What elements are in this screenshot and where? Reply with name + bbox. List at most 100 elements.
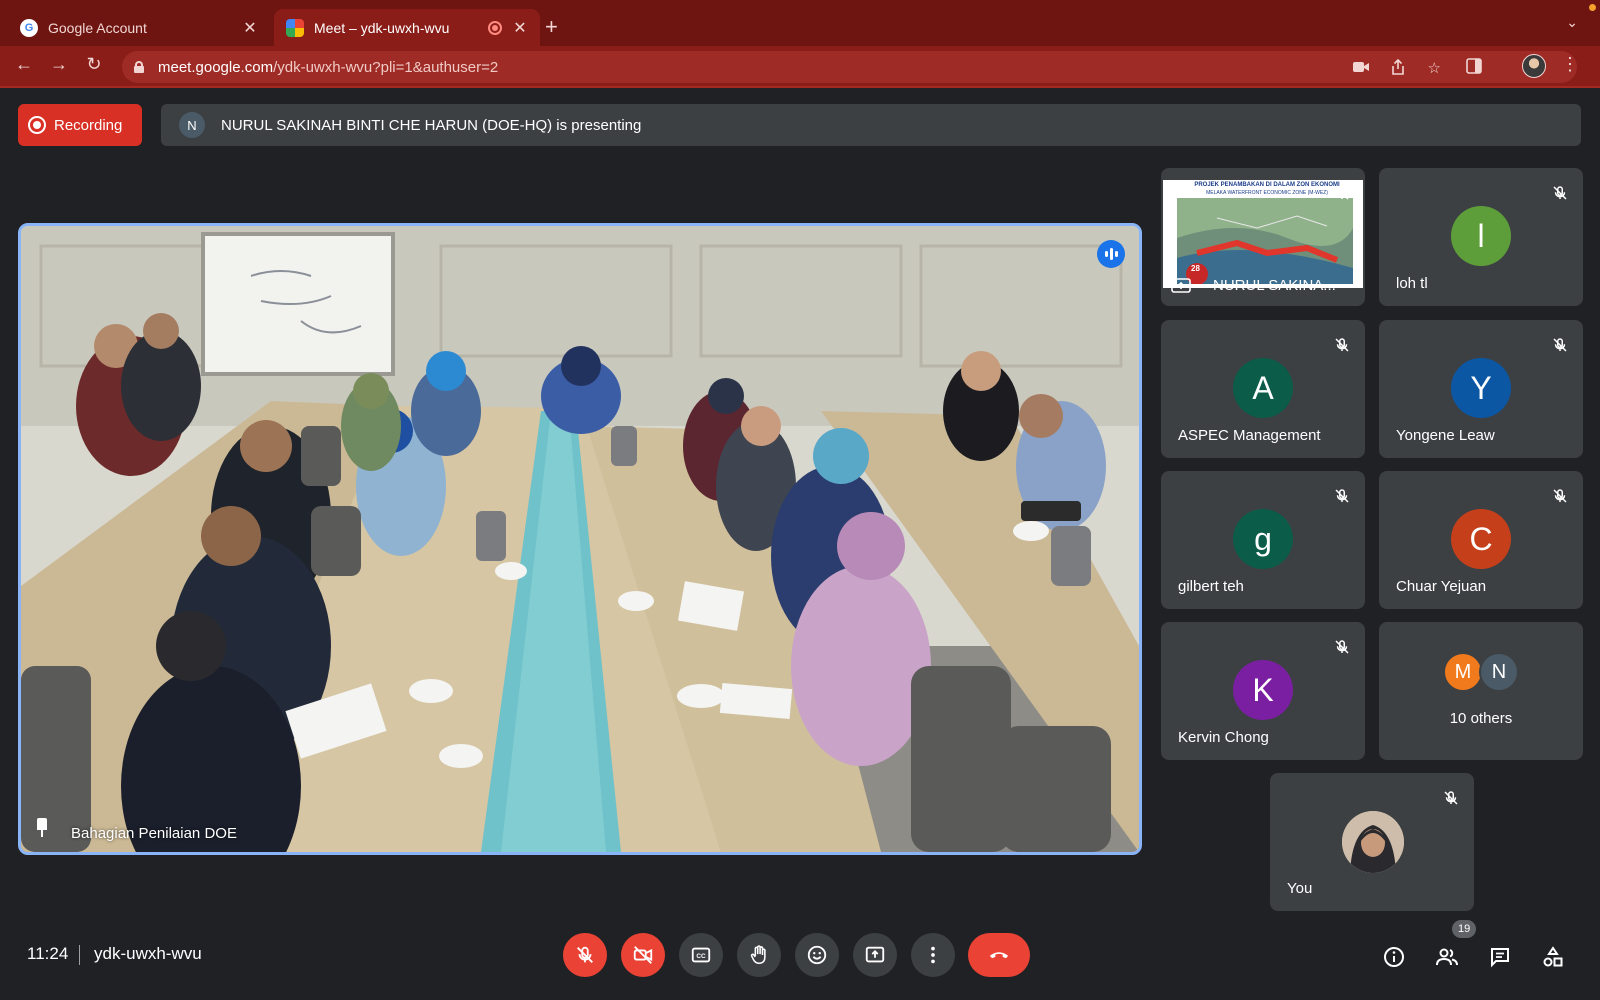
close-tab-icon[interactable]: ✕ — [512, 18, 528, 38]
tab-recording-icon — [488, 20, 502, 35]
tile-others[interactable]: M N 10 others — [1379, 622, 1583, 760]
others-avatars: M N — [1443, 652, 1523, 694]
tile-self[interactable]: You — [1270, 773, 1474, 911]
recording-badge[interactable]: Recording — [18, 104, 142, 146]
more-options-icon — [931, 946, 935, 964]
presenter-avatar: N — [179, 112, 205, 138]
participant-avatar: g — [1233, 509, 1293, 569]
svg-text:CC: CC — [696, 953, 706, 960]
tile-participant[interactable]: l loh tl — [1379, 168, 1583, 306]
leave-call-button[interactable] — [968, 933, 1030, 977]
tile-participant[interactable]: Y Yongene Leaw — [1379, 320, 1583, 458]
participant-name: Chuar Yejuan — [1396, 578, 1487, 595]
tab-search-chevron-icon[interactable]: ⌄ — [1566, 14, 1578, 31]
reload-icon[interactable]: ↻ — [82, 54, 106, 75]
back-arrow-icon[interactable]: ← — [12, 54, 36, 75]
main-participant-name: Bahagian Penilaian DOE — [71, 825, 237, 842]
end-call-icon — [989, 952, 1009, 959]
raise-hand-button[interactable] — [737, 933, 781, 977]
share-icon[interactable] — [1391, 59, 1405, 75]
update-indicator-icon — [1589, 4, 1596, 11]
meeting-details-button[interactable] — [1381, 944, 1407, 970]
emoji-icon — [807, 945, 827, 965]
participant-name: loh tl — [1396, 275, 1428, 292]
people-icon — [1436, 948, 1458, 966]
new-tab-button[interactable]: + — [545, 14, 558, 40]
tile-participant[interactable]: C Chuar Yejuan — [1379, 471, 1583, 609]
main-video-tile[interactable]: Bahagian Penilaian DOE — [18, 223, 1142, 855]
participant-name: You — [1287, 880, 1313, 897]
pin-icon[interactable] — [35, 818, 49, 838]
forward-arrow-icon[interactable]: → — [47, 54, 71, 75]
self-avatar — [1342, 811, 1404, 873]
participant-avatar: Y — [1451, 358, 1511, 418]
participant-avatar: l — [1451, 206, 1511, 266]
divider — [79, 945, 80, 965]
raise-hand-icon — [750, 945, 766, 965]
tile-participant[interactable]: K Kervin Chong — [1161, 622, 1365, 760]
activities-button[interactable] — [1540, 944, 1566, 970]
chat-icon — [1491, 948, 1509, 968]
participant-name: NURUL SAKINA... — [1213, 277, 1336, 294]
tile-participant[interactable]: g gilbert teh — [1161, 471, 1365, 609]
tab-meet[interactable]: Meet – ydk-uwxh-wvu ✕ — [274, 9, 540, 46]
google-icon: G — [20, 18, 38, 37]
mic-toggle-button[interactable] — [563, 933, 607, 977]
meet-icon — [286, 18, 304, 37]
url-host: meet.google.com — [158, 58, 274, 76]
slide-subtitle: MELAKA WATERFRONT ECONOMIC ZONE (M-WEZ) — [1206, 190, 1328, 196]
tab-title: Meet – ydk-uwxh-wvu — [314, 19, 450, 36]
show-everyone-button[interactable] — [1434, 944, 1460, 970]
present-screen-icon — [1171, 278, 1191, 293]
others-count-label: 10 others — [1449, 710, 1513, 727]
tab-google-account[interactable]: G Google Account ✕ — [8, 9, 270, 46]
recording-label: Recording — [54, 116, 123, 134]
more-options-button[interactable] — [911, 933, 955, 977]
camera-off-icon — [633, 946, 653, 964]
mic-off-icon — [1335, 338, 1349, 352]
browser-menu-icon[interactable]: ⋮ — [1558, 54, 1582, 75]
mic-off-icon — [1335, 186, 1349, 200]
mic-off-icon — [577, 946, 593, 963]
camera-toggle-button[interactable] — [621, 933, 665, 977]
address-bar[interactable]: meet.google.com/ydk-uwxh-wvu?pli=1&authu… — [122, 51, 1577, 83]
lock-icon[interactable] — [134, 61, 144, 73]
mic-off-icon — [1335, 489, 1349, 503]
tab-title: Google Account — [48, 19, 147, 36]
close-tab-icon[interactable]: ✕ — [242, 18, 258, 38]
captions-button[interactable]: CC — [679, 933, 723, 977]
mic-off-icon — [1444, 791, 1458, 805]
slide-badge: 28 — [1191, 264, 1200, 273]
bookmark-star-icon[interactable]: ☆ — [1428, 59, 1441, 77]
presenting-text: NURUL SAKINAH BINTI CHE HARUN (DOE-HQ) i… — [221, 116, 642, 134]
mic-off-icon — [1335, 640, 1349, 654]
camera-in-use-icon[interactable] — [1353, 60, 1369, 74]
meeting-time: 11:24 — [27, 944, 69, 963]
participant-name: gilbert teh — [1178, 578, 1244, 595]
participant-avatar: C — [1451, 509, 1511, 569]
others-avatar: M — [1443, 652, 1483, 692]
participant-name: ASPEC Management — [1178, 427, 1321, 444]
browser-tab-strip: G Google Account ✕ Meet – ydk-uwxh-wvu ✕… — [0, 0, 1600, 46]
participant-name: Yongene Leaw — [1396, 427, 1495, 444]
chat-button[interactable] — [1487, 944, 1513, 970]
info-icon — [1384, 947, 1404, 967]
slide-map — [1177, 198, 1353, 284]
slide-title: PROJEK PENAMBAKAN DI DALAM ZON EKONOMI — [1194, 182, 1340, 188]
people-count-badge: 19 — [1452, 920, 1477, 938]
others-avatar: N — [1479, 652, 1519, 692]
conference-room-video — [21, 226, 1139, 852]
emoji-reactions-button[interactable] — [795, 933, 839, 977]
presenting-banner[interactable]: N NURUL SAKINAH BINTI CHE HARUN (DOE-HQ)… — [161, 104, 1581, 146]
present-now-button[interactable] — [853, 933, 897, 977]
side-panel-icon[interactable] — [1466, 58, 1482, 74]
present-icon — [865, 946, 885, 963]
tile-screen-share[interactable]: PROJEK PENAMBAKAN DI DALAM ZON EKONOMI M… — [1161, 168, 1365, 306]
tile-participant[interactable]: A ASPEC Management — [1161, 320, 1365, 458]
browser-toolbar: ← → ↻ meet.google.com/ydk-uwxh-wvu?pli=1… — [0, 46, 1600, 88]
profile-avatar[interactable] — [1522, 54, 1546, 78]
mic-off-icon — [1553, 489, 1567, 503]
meeting-code: ydk-uwxh-wvu — [94, 944, 202, 963]
participant-name: Kervin Chong — [1178, 729, 1269, 746]
speaking-indicator-icon — [1097, 240, 1125, 268]
